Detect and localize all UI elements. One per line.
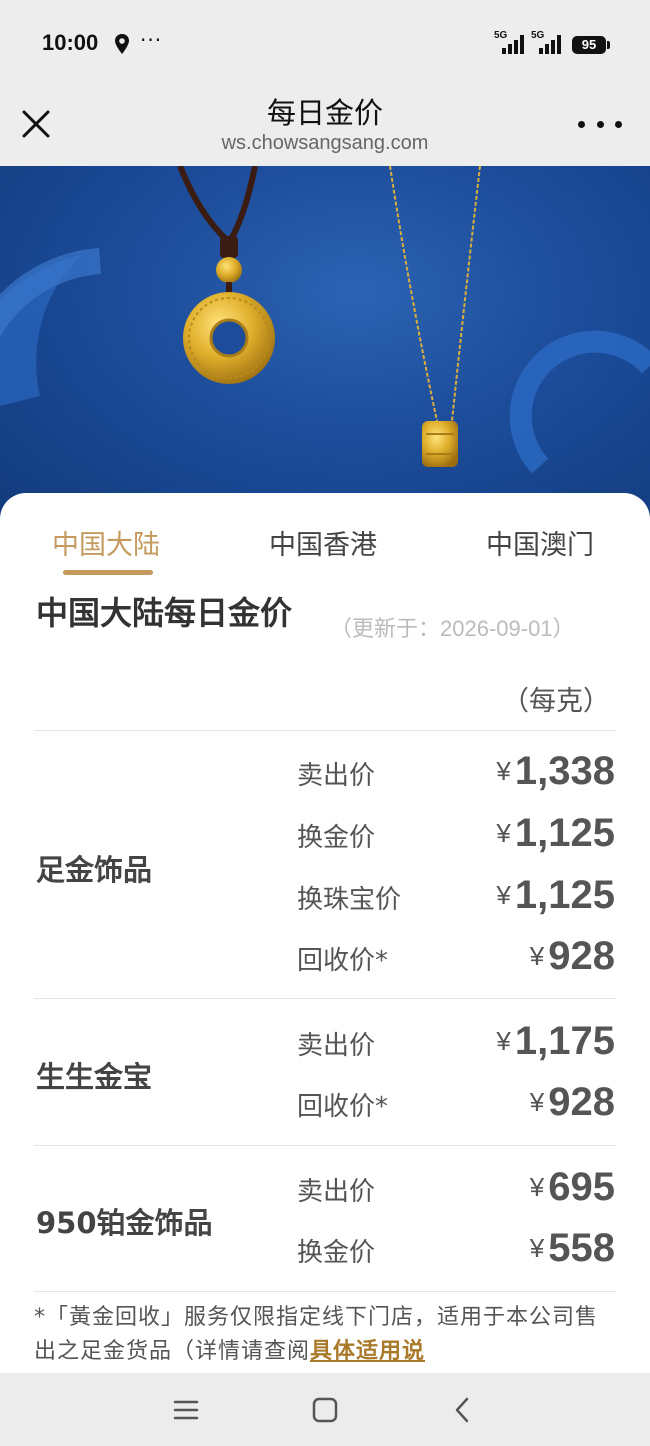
page-url: ws.chowsangsang.com: [221, 132, 429, 154]
divider: [34, 998, 616, 999]
price-label: 换金价: [297, 1238, 376, 1268]
jewelry-banner-image: [0, 166, 650, 526]
active-tab-indicator: [63, 570, 153, 575]
back-icon[interactable]: [446, 1393, 480, 1427]
price-value: ¥1,125: [496, 873, 615, 917]
status-time: 10:00: [42, 30, 99, 55]
category-name: 足金饰品: [36, 853, 153, 887]
signal-icon: 5G: [494, 30, 530, 56]
price-label: 回收价*: [297, 946, 389, 976]
system-nav-bar: [0, 1373, 650, 1446]
page-title: 每日金价: [266, 96, 383, 130]
footnote: *「黃金回收」服务仅限指定线下门店，适用于本公司售出之足金货品（详情请查阅具体适…: [34, 1305, 599, 1364]
more-icon[interactable]: [578, 110, 622, 138]
home-icon[interactable]: [308, 1393, 342, 1427]
price-label: 回收价*: [297, 1092, 389, 1122]
price-value: ¥695: [529, 1165, 615, 1209]
status-bar: 10:00 ··· 5G 5G 95: [0, 0, 650, 86]
signal-icon-2: 5G: [531, 30, 567, 56]
price-value: ¥1,125: [496, 811, 615, 855]
category-name: 生生金宝: [36, 1060, 153, 1094]
unit-label: （每克）: [502, 686, 610, 717]
tab-mainland[interactable]: 中国大陆: [52, 523, 160, 562]
divider: [34, 730, 616, 731]
tab-macau[interactable]: 中国澳门: [486, 523, 594, 562]
category-name: 950铂金饰品: [36, 1206, 213, 1240]
price-label: 换金价: [297, 823, 376, 853]
price-label: 卖出价: [297, 761, 376, 791]
jewelry-photo: [0, 166, 650, 474]
price-value: ¥1,175: [496, 1019, 615, 1063]
price-value: ¥928: [529, 1080, 615, 1124]
more-dots-icon: ···: [140, 28, 163, 52]
divider: [34, 1291, 616, 1292]
section-title: 中国大陆每日金价: [36, 594, 293, 632]
terms-link[interactable]: 具体适用说: [310, 1339, 425, 1364]
price-label: 换珠宝价: [297, 885, 402, 915]
battery-icon: 95: [572, 36, 610, 54]
price-value: ¥1,338: [496, 749, 615, 793]
price-label: 卖出价: [297, 1031, 376, 1061]
menu-icon[interactable]: [169, 1393, 203, 1427]
price-value: ¥928: [529, 934, 615, 978]
update-date: （更新于：2026-09-01）: [330, 616, 575, 641]
price-label: 卖出价: [297, 1177, 376, 1207]
divider: [34, 1145, 616, 1146]
location-icon: [115, 34, 129, 54]
price-value: ¥558: [529, 1226, 615, 1270]
gold-price-card: 中国大陆 中国香港 中国澳门 中国大陆每日金价 （更新于：2026-09-01）…: [0, 493, 650, 1373]
tab-hongkong[interactable]: 中国香港: [269, 523, 377, 562]
title-bar: 每日金价 ws.chowsangsang.com: [0, 86, 650, 166]
